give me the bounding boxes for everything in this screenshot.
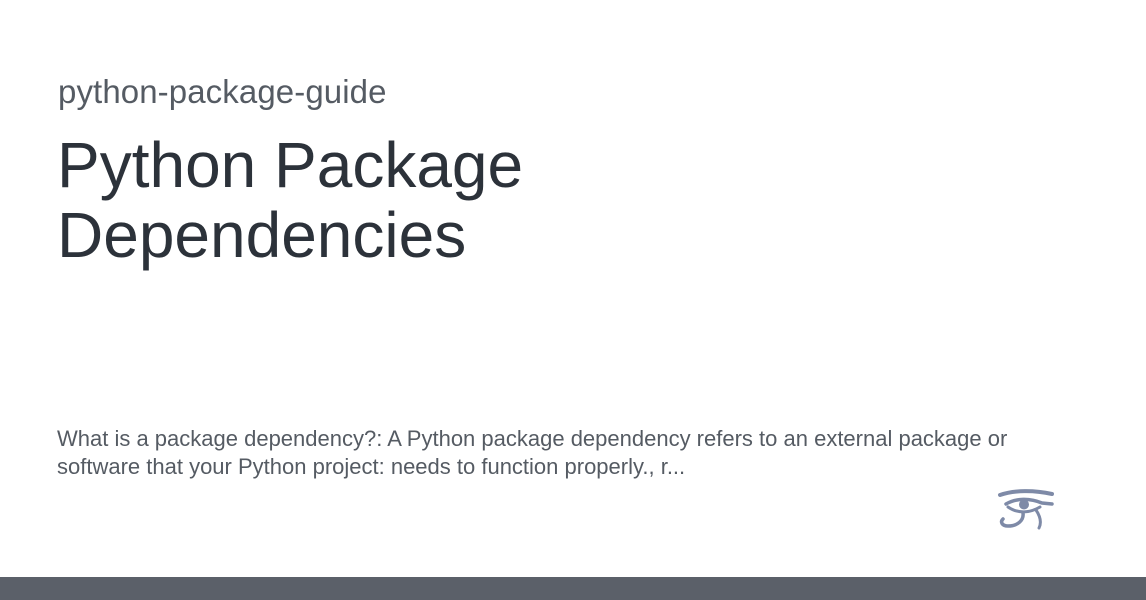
description-text: What is a package dependency?: A Python …: [57, 426, 1008, 479]
preview-card: python-package-guide Python Package Depe…: [0, 0, 1146, 577]
eye-of-horus-icon: [996, 488, 1056, 534]
footer-bar: [0, 577, 1146, 600]
page-title: Python Package Dependencies: [57, 129, 524, 271]
repo-name: python-package-guide: [58, 73, 387, 110]
